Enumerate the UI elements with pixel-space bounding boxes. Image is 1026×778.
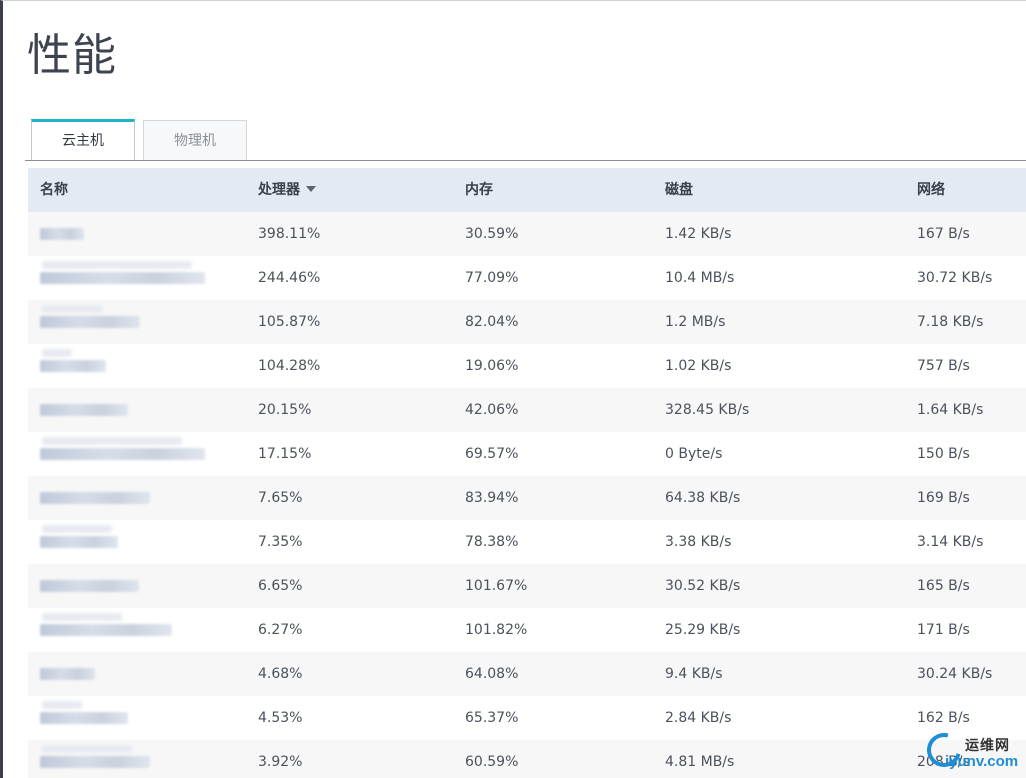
memory-value: 42.06% (465, 402, 519, 418)
column-header-name[interactable]: 名称 (40, 168, 68, 212)
disk-value: 3.38 KB/s (665, 534, 732, 550)
cpu-value: 6.65% (258, 578, 303, 594)
disk-value: 0 Byte/s (665, 446, 723, 462)
cpu-value: 104.28% (258, 358, 321, 374)
sort-desc-icon (306, 186, 316, 192)
disk-value: 1.2 MB/s (665, 314, 726, 330)
host-name-redacted[interactable] (28, 256, 248, 300)
performance-page: 性能 云主机 物理机 名称 处理器 内存 磁盘 网络 398.11% 30.59%… (0, 0, 1026, 778)
host-name-redacted[interactable] (28, 564, 248, 608)
host-name-redacted[interactable] (28, 696, 248, 740)
memory-value: 69.57% (465, 446, 519, 462)
disk-value: 1.42 KB/s (665, 226, 732, 242)
disk-value: 25.29 KB/s (665, 622, 741, 638)
memory-value: 60.59% (465, 754, 519, 770)
host-name-redacted[interactable] (28, 476, 248, 520)
column-header-memory-label: 内存 (465, 182, 493, 198)
table-row[interactable]: 244.46% 77.09% 10.4 MB/s 30.72 KB/s (28, 256, 1026, 300)
cpu-value: 7.35% (258, 534, 303, 550)
cpu-value: 7.65% (258, 490, 303, 506)
table-row[interactable]: 105.87% 82.04% 1.2 MB/s 7.18 KB/s (28, 300, 1026, 344)
cpu-value: 20.15% (258, 402, 312, 418)
tab-bar: 云主机 物理机 (25, 119, 1026, 161)
memory-value: 101.67% (465, 578, 528, 594)
memory-value: 78.38% (465, 534, 519, 550)
cpu-value: 4.53% (258, 710, 303, 726)
cpu-value: 105.87% (258, 314, 321, 330)
network-value: 7.18 KB/s (917, 314, 984, 330)
cpu-value: 4.68% (258, 666, 303, 682)
column-header-cpu-label: 处理器 (258, 182, 300, 198)
table-row[interactable]: 7.65% 83.94% 64.38 KB/s 169 B/s (28, 476, 1026, 520)
host-name-redacted[interactable] (28, 608, 248, 652)
table-row[interactable]: 20.15% 42.06% 328.45 KB/s 1.64 KB/s (28, 388, 1026, 432)
memory-value: 30.59% (465, 226, 519, 242)
memory-value: 83.94% (465, 490, 519, 506)
disk-value: 4.81 MB/s (665, 754, 735, 770)
disk-value: 2.84 KB/s (665, 710, 732, 726)
watermark-text-cn: 运维网 (965, 738, 1010, 754)
cpu-value: 244.46% (258, 270, 321, 286)
host-name-redacted[interactable] (28, 652, 248, 696)
memory-value: 65.37% (465, 710, 519, 726)
column-header-name-label: 名称 (40, 182, 68, 198)
table-row[interactable]: 17.15% 69.57% 0 Byte/s 150 B/s (28, 432, 1026, 476)
cpu-value: 3.92% (258, 754, 303, 770)
disk-value: 9.4 KB/s (665, 666, 723, 682)
table-row[interactable]: 4.53% 65.37% 2.84 KB/s 162 B/s (28, 696, 1026, 740)
memory-value: 19.06% (465, 358, 519, 374)
table-row[interactable]: 398.11% 30.59% 1.42 KB/s 167 B/s (28, 212, 1026, 256)
network-value: 167 B/s (917, 226, 970, 242)
network-value: 30.24 KB/s (917, 666, 993, 682)
host-name-redacted[interactable] (28, 432, 248, 476)
memory-value: 64.08% (465, 666, 519, 682)
disk-value: 30.52 KB/s (665, 578, 741, 594)
column-header-disk[interactable]: 磁盘 (665, 168, 693, 212)
table-row[interactable]: 4.68% 64.08% 9.4 KB/s 30.24 KB/s (28, 652, 1026, 696)
network-value: 1.64 KB/s (917, 402, 984, 418)
network-value: 169 B/s (917, 490, 970, 506)
watermark-text-url: iyunv.com (945, 753, 1019, 770)
disk-value: 64.38 KB/s (665, 490, 741, 506)
column-header-memory[interactable]: 内存 (465, 168, 493, 212)
table-row[interactable]: 104.28% 19.06% 1.02 KB/s 757 B/s (28, 344, 1026, 388)
network-value: 150 B/s (917, 446, 970, 462)
network-value: 3.14 KB/s (917, 534, 984, 550)
network-value: 757 B/s (917, 358, 970, 374)
table-row[interactable]: 7.35% 78.38% 3.38 KB/s 3.14 KB/s (28, 520, 1026, 564)
table-row[interactable]: 3.92% 60.59% 4.81 MB/s 208 B/s (28, 740, 1026, 778)
table-body: 398.11% 30.59% 1.42 KB/s 167 B/s 244.46% 77.0… (28, 212, 1026, 778)
table-row[interactable]: 6.65% 101.67% 30.52 KB/s 165 B/s (28, 564, 1026, 608)
column-header-disk-label: 磁盘 (665, 182, 693, 198)
performance-table: 名称 处理器 内存 磁盘 网络 398.11% 30.59% 1.42 KB/s 16… (28, 168, 1026, 778)
cpu-value: 6.27% (258, 622, 303, 638)
network-value: 165 B/s (917, 578, 970, 594)
table-header: 名称 处理器 内存 磁盘 网络 (28, 168, 1026, 212)
disk-value: 1.02 KB/s (665, 358, 732, 374)
cpu-value: 17.15% (258, 446, 312, 462)
host-name-redacted[interactable] (28, 300, 248, 344)
memory-value: 101.82% (465, 622, 528, 638)
host-name-redacted[interactable] (28, 740, 248, 778)
host-name-redacted[interactable] (28, 520, 248, 564)
disk-value: 10.4 MB/s (665, 270, 735, 286)
memory-value: 82.04% (465, 314, 519, 330)
cpu-value: 398.11% (258, 226, 321, 242)
page-title: 性能 (27, 30, 117, 81)
memory-value: 77.09% (465, 270, 519, 286)
host-name-redacted[interactable] (28, 344, 248, 388)
column-header-network-label: 网络 (917, 182, 945, 198)
table-row[interactable]: 6.27% 101.82% 25.29 KB/s 171 B/s (28, 608, 1026, 652)
column-header-network[interactable]: 网络 (917, 168, 945, 212)
host-name-redacted[interactable] (28, 388, 248, 432)
watermark: 运维网 iyunv.com (920, 726, 1026, 778)
tab-cloud-host[interactable]: 云主机 (31, 119, 135, 160)
disk-value: 328.45 KB/s (665, 402, 750, 418)
network-value: 171 B/s (917, 622, 970, 638)
host-name-redacted[interactable] (28, 212, 248, 256)
network-value: 30.72 KB/s (917, 270, 993, 286)
tab-physical-machine[interactable]: 物理机 (143, 120, 247, 160)
column-header-cpu[interactable]: 处理器 (258, 168, 316, 212)
